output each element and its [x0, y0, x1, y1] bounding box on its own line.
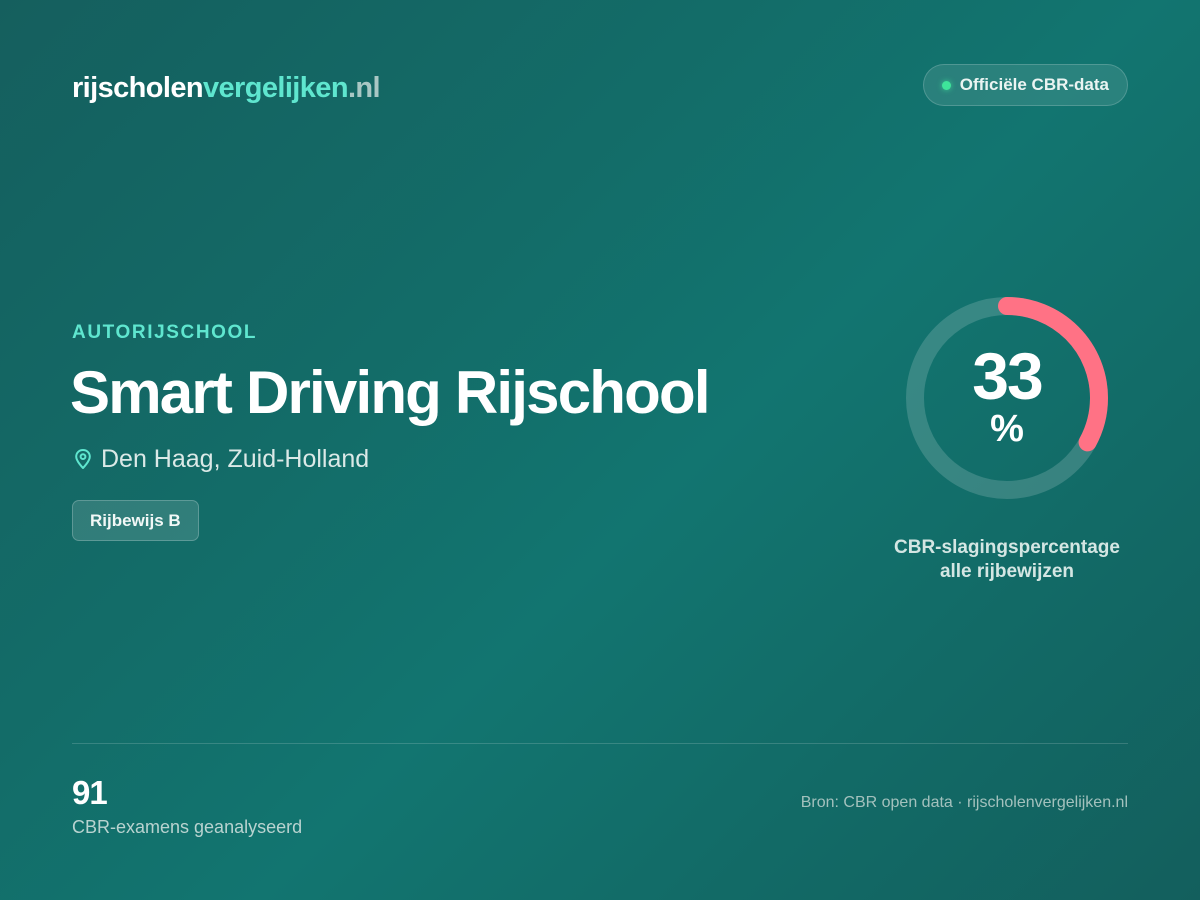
status-dot-icon [941, 80, 951, 90]
exam-count-label: CBR-examens geanalyseerd [72, 817, 303, 837]
license-tag: Rijbewijs B [72, 500, 199, 541]
logo-part-nl: .nl [347, 72, 381, 104]
pass-rate-caption: CBR-slagingspercentage alle rijbewijzen [857, 536, 1157, 584]
pass-rate-value: 33 [972, 339, 1043, 413]
site-logo[interactable]: rijscholenvergelijken.nl [72, 70, 381, 106]
exam-count: 91 [72, 774, 108, 811]
school-category: AUTORIJSCHOOL [72, 322, 258, 343]
map-pin-icon [75, 449, 91, 469]
pass-rate-caption-line1: CBR-slagingspercentage [894, 537, 1120, 558]
location-text: Den Haag, Zuid-Holland [101, 445, 370, 473]
official-data-label: Officiële CBR-data [959, 75, 1109, 94]
logo-part-vergelijken: vergelijken [203, 72, 349, 104]
pass-rate-unit: % [990, 408, 1024, 450]
pass-rate-gauge: 33 % [902, 293, 1112, 503]
school-location: Den Haag, Zuid-Holland [74, 444, 369, 474]
school-name: Smart Driving Rijschool [70, 359, 711, 426]
official-data-badge: Officiële CBR-data [922, 64, 1128, 106]
pass-rate-caption-line2: alle rijbewijzen [939, 561, 1075, 582]
footer-divider [72, 743, 1128, 744]
logo-part-rijscholen: rijscholen [72, 72, 204, 104]
data-source: Bron: CBR open data · rijscholenvergelij… [800, 794, 1128, 811]
